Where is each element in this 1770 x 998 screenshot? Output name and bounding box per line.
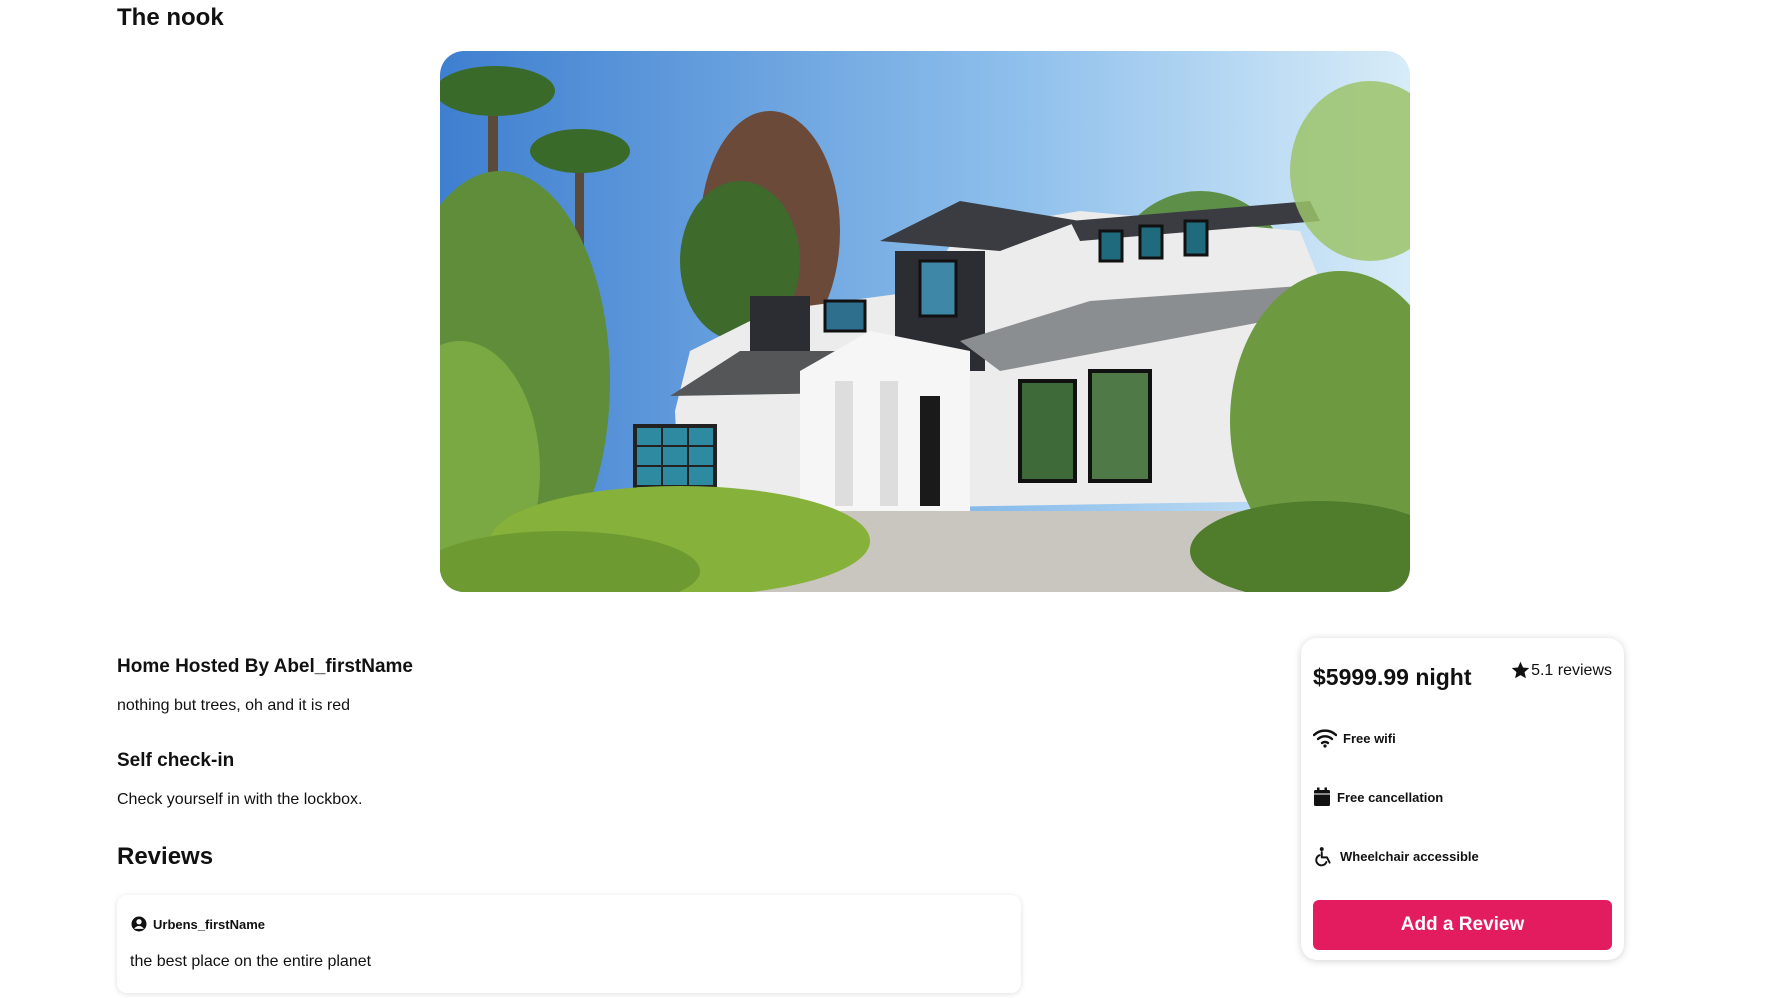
listing-hero-image [440,51,1410,592]
calendar-icon [1313,787,1331,807]
host-description: nothing but trees, oh and it is red [117,697,351,714]
amenity-cancellation: Free cancellation [1313,787,1443,807]
account-circle-icon [130,915,148,933]
star-icon [1510,660,1531,681]
checkin-description: Check yourself in with the lockbox. [117,791,363,808]
amenity-wifi: Free wifi [1313,728,1396,748]
listing-title: The nook [117,4,224,31]
rating-reviews: .1 reviews [1539,661,1612,679]
price-per-night: $5999.99 night [1313,664,1472,690]
review-author: Urbens_firstName [130,915,265,933]
host-heading: Home Hosted By Abel_firstName [117,656,413,677]
rating: 5 .1 reviews [1510,660,1612,681]
listing-page: The nook Home Hosted By Abel_firstName n… [0,0,1770,998]
review-author-name: Urbens_firstName [153,916,265,932]
reviews-heading: Reviews [117,843,214,870]
amenity-wheelchair: Wheelchair accessible [1313,846,1479,867]
checkin-heading: Self check-in [117,750,235,771]
amenity-wheelchair-label: Wheelchair accessible [1340,849,1479,864]
review-text: the best place on the entire planet [130,953,372,970]
review-card: Urbens_firstName the best place on the e… [117,895,1021,993]
amenity-cancellation-label: Free cancellation [1337,789,1444,805]
wifi-icon [1313,728,1337,748]
wheelchair-icon [1313,846,1334,867]
amenity-wifi-label: Free wifi [1343,730,1396,746]
booking-card: $5999.99 night 5 .1 reviews Free wifi Fr… [1301,638,1624,960]
add-review-button[interactable]: Add a Review [1313,900,1612,950]
rating-value: 5 [1531,661,1540,679]
